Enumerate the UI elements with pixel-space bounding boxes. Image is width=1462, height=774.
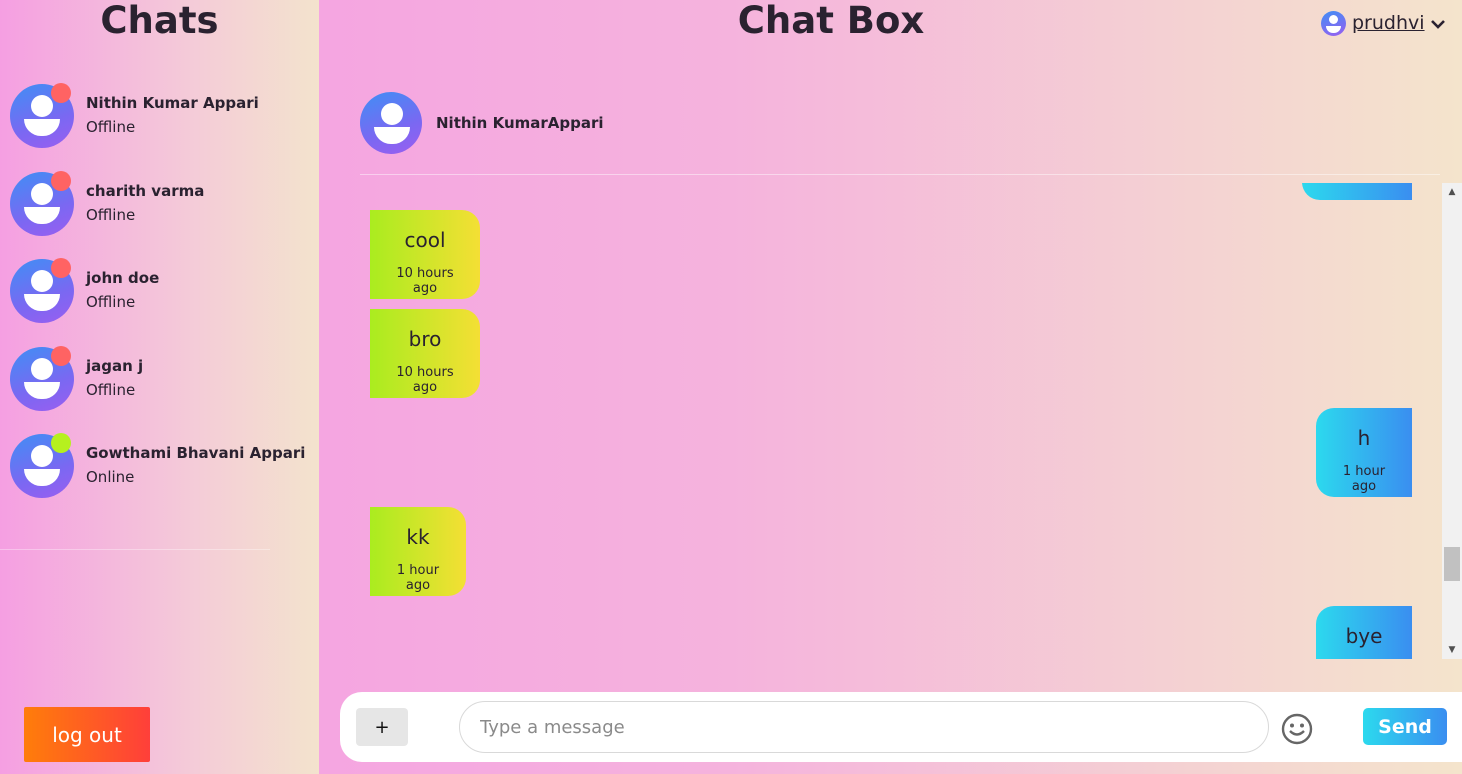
- avatar-icon: [360, 92, 422, 154]
- message-scrollbar[interactable]: ▲ ▼: [1442, 183, 1462, 659]
- online-status-dot: [51, 433, 71, 453]
- offline-status-dot: [51, 83, 71, 103]
- contact-item-john[interactable]: john doe Offline: [10, 258, 310, 325]
- contact-status: Offline: [86, 206, 136, 224]
- offline-status-dot: [51, 346, 71, 366]
- scrollbar-thumb[interactable]: [1444, 547, 1460, 581]
- sidebar-divider: [0, 549, 270, 550]
- message-time: 1 hour ago: [396, 563, 440, 593]
- contact-item-nithin[interactable]: Nithin Kumar Appari Offline: [10, 83, 310, 150]
- logout-button[interactable]: log out: [24, 707, 150, 762]
- contact-name: john doe: [86, 269, 160, 287]
- offline-status-dot: [51, 171, 71, 191]
- user-avatar-icon: [1321, 10, 1346, 36]
- message-input[interactable]: [459, 701, 1269, 753]
- contacts-sidebar: Chats Nithin Kumar Appari Offline charit…: [0, 0, 319, 774]
- scroll-down-arrow-icon[interactable]: ▼: [1442, 645, 1462, 655]
- offline-status-dot: [51, 258, 71, 278]
- contact-name: jagan j: [86, 357, 144, 375]
- message-time: 10 hours ago: [396, 365, 454, 395]
- message-text: bye: [1345, 624, 1383, 648]
- username-link[interactable]: prudhvi: [1352, 12, 1425, 34]
- message-text: h: [1357, 426, 1371, 450]
- contact-status: Offline: [86, 381, 136, 399]
- message-bubble-received: kk 1 hour ago: [370, 507, 466, 596]
- user-menu[interactable]: prudhvi: [1321, 10, 1445, 36]
- page-title: Chat Box: [737, 0, 925, 42]
- contact-status: Offline: [86, 293, 136, 311]
- message-composer: + Send: [340, 692, 1462, 762]
- contact-status: Offline: [86, 118, 136, 136]
- contact-item-jagan[interactable]: jagan j Offline: [10, 346, 310, 413]
- message-text: cool: [404, 228, 446, 252]
- message-list[interactable]: cool 10 hours ago bro 10 hours ago h 1 h…: [340, 183, 1442, 659]
- message-text: bro: [408, 327, 442, 351]
- message-bubble-sent: bye: [1316, 606, 1412, 659]
- smiley-icon[interactable]: [1281, 713, 1313, 745]
- contact-item-charith[interactable]: charith varma Offline: [10, 171, 310, 238]
- attach-button[interactable]: +: [356, 708, 408, 746]
- message-time: 10 hours ago: [396, 266, 454, 296]
- message-text: kk: [406, 525, 430, 549]
- chevron-down-icon[interactable]: [1430, 14, 1445, 33]
- chat-header-divider: [360, 174, 1440, 175]
- send-button[interactable]: Send: [1363, 708, 1447, 745]
- message-bubble-sent: h 1 hour ago: [1316, 408, 1412, 497]
- sidebar-title: Chats: [100, 0, 219, 42]
- contact-item-gowthami[interactable]: Gowthami Bhavani Appari Online: [10, 433, 310, 500]
- message-bubble-received: bro 10 hours ago: [370, 309, 480, 398]
- contact-name: Gowthami Bhavani Appari: [86, 444, 306, 462]
- message-bubble-received: cool 10 hours ago: [370, 210, 480, 299]
- contact-name: charith varma: [86, 182, 205, 200]
- message-bubble-sent: [1302, 183, 1412, 200]
- contact-name: Nithin Kumar Appari: [86, 94, 259, 112]
- contact-status: Online: [86, 468, 135, 486]
- message-time: 1 hour ago: [1342, 464, 1386, 494]
- scroll-up-arrow-icon[interactable]: ▲: [1442, 187, 1462, 197]
- chat-partner-name: Nithin KumarAppari: [436, 114, 604, 132]
